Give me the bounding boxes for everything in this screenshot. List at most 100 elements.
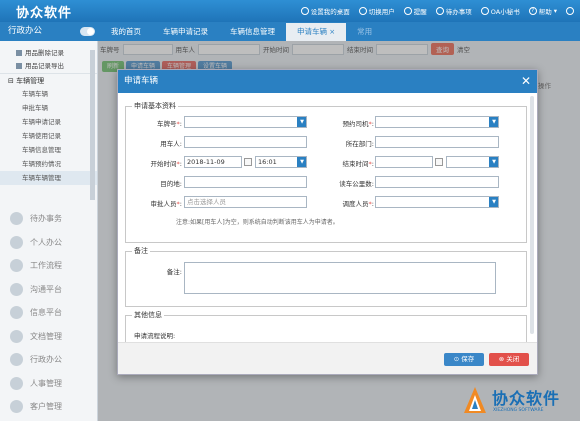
help-icon: ? (528, 7, 537, 15)
sidebar-sub-item[interactable]: 用品删除记录 (0, 47, 97, 60)
section-legend: 备注 (132, 246, 150, 256)
basic-info-section: 申请基本资料 车牌号*: ▼ 预约司机*: ▼ 用车人: 所在部门: 开始时间*… (125, 101, 527, 243)
plate-label: 车牌号*: (157, 120, 182, 128)
start-time-select[interactable]: 16:01 ▼ (255, 156, 307, 168)
document-icon (16, 63, 22, 69)
mileage-label: 读车公里数: (339, 180, 374, 188)
header-item-help[interactable]: ? 帮助 ▾ (528, 6, 557, 16)
sidebar-item[interactable]: 车辆使用记录 (0, 129, 97, 143)
brand-logo-icon (464, 387, 486, 413)
header-item-todo[interactable]: 待办事项 (435, 6, 472, 16)
sidebar-item[interactable]: 车辆申请记录 (0, 115, 97, 129)
other-info-section: 其他信息 申请流程说明: (125, 310, 527, 343)
org-name: 行政办公 (8, 26, 43, 36)
apply-vehicle-dialog: 申请车辆 ✕ 申请基本资料 车牌号*: ▼ 预约司机*: ▼ 用车人: 所在部门… (117, 69, 538, 375)
section-legend: 申请基本资料 (132, 101, 178, 111)
calendar-icon[interactable] (244, 158, 252, 166)
sidebar-toggle[interactable] (80, 27, 95, 36)
tab-common[interactable]: 常用 (346, 23, 383, 41)
clock-icon (10, 212, 23, 226)
chevron-down-icon: ▼ (297, 157, 306, 167)
sidebar-item[interactable]: 车辆车辆管理 (0, 171, 97, 185)
oa-icon (480, 7, 489, 15)
close-button[interactable]: ⊗ 关闭 (489, 353, 529, 366)
start-time-label: 开始时间*: (150, 160, 182, 168)
header-item-reminder[interactable]: 提醒 (403, 6, 427, 16)
briefcase-icon (10, 353, 23, 367)
dialog-header: 申请车辆 ✕ (118, 70, 537, 93)
mileage-input[interactable] (375, 176, 499, 188)
chevron-down-icon: ▾ (553, 7, 557, 15)
todo-icon (435, 7, 444, 15)
dispatcher-select[interactable]: ▼ (375, 196, 499, 208)
save-button[interactable]: ⊙ 保存 (444, 353, 484, 366)
remark-textarea[interactable] (184, 262, 496, 294)
brand-subtitle: XIEZHONG SOFTWARE (493, 408, 544, 413)
module-todo[interactable]: 待办事务 (0, 207, 98, 231)
tab-vehicle-info[interactable]: 车辆信息管理 (219, 23, 286, 41)
user-input[interactable] (184, 136, 307, 148)
end-time-select[interactable]: ▼ (446, 156, 499, 168)
destination-input[interactable] (184, 176, 307, 188)
chat-icon (10, 282, 23, 296)
sidebar-item[interactable]: 车辆信息管理 (0, 143, 97, 157)
users-icon (10, 376, 23, 390)
start-date-input[interactable]: 2018-11-09 (184, 156, 242, 168)
folder-icon (10, 329, 23, 343)
user-switch-icon (358, 7, 367, 15)
minus-icon: ⊟ (8, 77, 17, 85)
sidebar-item[interactable]: 申批车辆 (0, 101, 97, 115)
approver-input[interactable]: 点击选择人员 (184, 196, 307, 208)
driver-label: 预约司机*: (342, 120, 374, 128)
calendar-icon[interactable] (435, 158, 443, 166)
driver-select[interactable]: ▼ (375, 116, 499, 128)
brand-watermark: 协众软件 XIEZHONG SOFTWARE (460, 381, 578, 419)
tab-apply-vehicle[interactable]: 申请车辆 (286, 23, 347, 41)
header-item-desktop[interactable]: 设置我的桌面 (300, 6, 350, 16)
gear-icon (300, 7, 309, 15)
power-icon (566, 7, 574, 15)
tab-home[interactable]: 我的首页 (100, 23, 152, 41)
module-communication[interactable]: 沟通平台 (0, 278, 98, 302)
header-item-switch-user[interactable]: 切换用户 (358, 6, 395, 16)
dept-label: 所在部门: (345, 140, 374, 148)
sidebar-scrollbar[interactable] (90, 50, 95, 200)
bell-icon (403, 7, 412, 15)
module-info[interactable]: 信息平台 (0, 301, 98, 325)
sidebar-group-vehicle[interactable]: ⊟ 车辆管理 (0, 73, 97, 87)
end-date-input[interactable] (375, 156, 433, 168)
close-icon[interactable]: ✕ (521, 70, 531, 93)
module-crm[interactable]: 客户管理 (0, 395, 98, 419)
chevron-down-icon: ▼ (489, 117, 498, 127)
tab-bar: 我的首页 车辆申请记录 车辆信息管理 申请车辆 常用 (100, 23, 383, 41)
module-hr[interactable]: 人事管理 (0, 372, 98, 396)
module-personal[interactable]: 个人办公 (0, 231, 98, 255)
plate-select[interactable]: ▼ (184, 116, 307, 128)
sidebar-item[interactable]: 车辆车辆 (0, 87, 97, 101)
dialog-scrollbar[interactable] (530, 96, 534, 334)
sidebar-item[interactable]: 车辆预约情况 (0, 157, 97, 171)
section-legend: 其他信息 (132, 310, 164, 320)
destination-label: 目的地: (160, 180, 182, 188)
module-list: 待办事务 个人办公 工作流程 沟通平台 信息平台 文档管理 行政办公 人事管理 … (0, 207, 98, 419)
customer-icon (10, 400, 23, 414)
tab-vehicle-records[interactable]: 车辆申请记录 (152, 23, 219, 41)
chevron-down-icon: ▼ (489, 157, 498, 167)
chevron-down-icon: ▼ (489, 197, 498, 207)
module-admin[interactable]: 行政办公 (0, 348, 98, 372)
module-docs[interactable]: 文档管理 (0, 325, 98, 349)
header-menu: 设置我的桌面 切换用户 提醒 待办事项 OA小秘书 ? 帮助 ▾ (300, 0, 574, 22)
apply-note: 注意:如果[用车人]为空，则系统自动判断该用车人为申请者。 (176, 219, 339, 226)
document-icon (16, 50, 22, 56)
user-label: 用车人: (160, 140, 182, 148)
dialog-footer: ⊙ 保存 ⊗ 关闭 (118, 342, 537, 374)
power-button[interactable] (566, 7, 574, 15)
sidebar-sub-item[interactable]: 用品记录导出 (0, 60, 97, 73)
module-workflow[interactable]: 工作流程 (0, 254, 98, 278)
dialog-title: 申请车辆 (124, 76, 159, 86)
top-bar: 协众软件 设置我的桌面 切换用户 提醒 待办事项 OA小秘书 ? 帮助 ▾ (0, 0, 580, 22)
app-logo: 协众软件 (16, 6, 73, 21)
dept-input[interactable] (375, 136, 499, 148)
header-item-oa-assistant[interactable]: OA小秘书 (480, 6, 520, 16)
flow-description-label: 申请流程说明: (134, 332, 176, 340)
